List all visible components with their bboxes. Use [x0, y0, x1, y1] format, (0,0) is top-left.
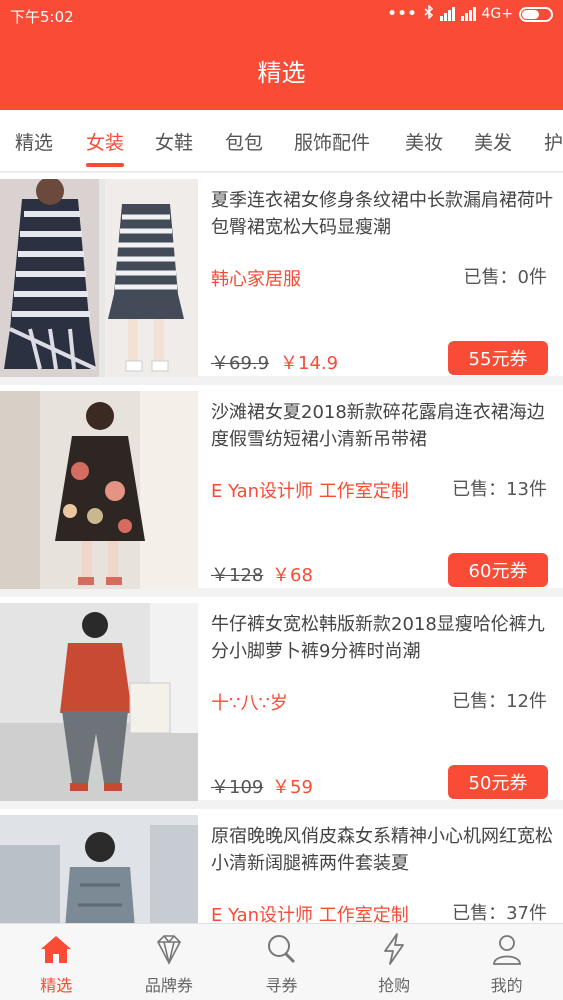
tab-womens-clothing[interactable]: 女装	[86, 128, 125, 167]
cell-signal-icon	[460, 7, 476, 21]
tab-womens-shoes[interactable]: 女鞋	[155, 128, 193, 155]
nav-label: 寻券	[265, 976, 298, 995]
status-bar: 下午5:02 ••• 4G+	[0, 0, 563, 30]
network-type: 4G+	[481, 6, 514, 22]
nav-label: 品牌券	[144, 976, 193, 995]
more-dots-icon: •••	[387, 6, 418, 22]
sold-count: 已售：13件	[452, 479, 547, 500]
wifi-signal-icon	[439, 7, 455, 21]
page-title: 精选	[257, 58, 306, 87]
nav-label: 抢购	[378, 976, 411, 995]
tab-accessories[interactable]: 服饰配件	[294, 128, 370, 155]
sold-count: 已售：37件	[452, 903, 547, 923]
diamond-icon	[156, 935, 181, 965]
coupon-button[interactable]: 50元券	[448, 765, 548, 799]
product-item[interactable]: 牛仔裤女宽松韩版新款2018显瘦哈伦裤九分小脚萝卜裤9分裤时尚潮 十∵八∵岁 已…	[0, 597, 563, 801]
coupon-price: ￥14.9	[280, 353, 339, 374]
nav-label: 我的	[490, 976, 523, 995]
nav-find-coupons[interactable]: 寻券	[225, 924, 338, 1000]
nav-brand-coupons[interactable]: 品牌券	[113, 924, 226, 1000]
sold-count: 已售：0件	[463, 267, 547, 288]
product-image[interactable]	[0, 179, 198, 377]
product-title[interactable]: 原宿晚晚风俏皮森女系精神小心机网红宽松小清新阔腿裤两件套装夏	[211, 823, 556, 877]
product-title[interactable]: 沙滩裙女夏2018新款碎花露肩连衣裙海边度假雪纺短裙小清新吊带裙	[211, 399, 556, 453]
coupon-price: ￥59	[272, 777, 313, 798]
tab-bags[interactable]: 包包	[225, 128, 263, 155]
search-icon	[268, 935, 296, 964]
original-price: ￥109	[211, 777, 264, 798]
product-image[interactable]	[0, 603, 198, 801]
product-item[interactable]: 原宿晚晚风俏皮森女系精神小心机网红宽松小清新阔腿裤两件套装夏 E Yan设计师 …	[0, 809, 563, 923]
tab-makeup[interactable]: 美妆	[405, 128, 443, 155]
nav-flash-sale[interactable]: 抢购	[338, 924, 451, 1000]
shop-name: E Yan设计师 工作室定制	[211, 481, 409, 502]
shop-name: E Yan设计师 工作室定制	[211, 905, 409, 923]
product-title[interactable]: 牛仔裤女宽松韩版新款2018显瘦哈伦裤九分小脚萝卜裤9分裤时尚潮	[211, 611, 556, 665]
user-icon	[492, 935, 521, 965]
bluetooth-icon	[424, 4, 434, 23]
app-header: 精选	[0, 30, 563, 110]
product-image[interactable]	[0, 391, 198, 589]
original-price: ￥69.9	[211, 353, 270, 374]
shop-name: 十∵八∵岁	[211, 693, 288, 714]
tab-hair[interactable]: 美发	[474, 128, 512, 155]
nav-featured[interactable]: 精选	[0, 924, 113, 1000]
coupon-price: ￥68	[272, 565, 313, 586]
product-item[interactable]: 夏季连衣裙女修身条纹裙中长款漏肩裙荷叶包臀裙宽松大码显瘦潮 韩心家居服 已售：0…	[0, 173, 563, 377]
product-item[interactable]: 沙滩裙女夏2018新款碎花露肩连衣裙海边度假雪纺短裙小清新吊带裙 E Yan设计…	[0, 385, 563, 589]
bottom-nav: 精选 品牌券 寻券 抢购 我的	[0, 923, 563, 1000]
product-image[interactable]	[0, 815, 198, 923]
status-time: 下午5:02	[10, 8, 74, 26]
coupon-button[interactable]: 60元券	[448, 553, 548, 587]
product-list: 夏季连衣裙女修身条纹裙中长款漏肩裙荷叶包臀裙宽松大码显瘦潮 韩心家居服 已售：0…	[0, 173, 563, 923]
shop-name: 韩心家居服	[211, 269, 301, 290]
nav-label: 精选	[40, 976, 73, 995]
tab-jingxuan[interactable]: 精选	[15, 128, 53, 155]
lightning-icon	[384, 933, 404, 965]
battery-icon	[519, 6, 553, 22]
category-tabs: 精选 女装 女鞋 包包 服饰配件 美妆 美发 护	[0, 110, 563, 172]
product-title[interactable]: 夏季连衣裙女修身条纹裙中长款漏肩裙荷叶包臀裙宽松大码显瘦潮	[211, 187, 556, 241]
sold-count: 已售：12件	[452, 691, 547, 712]
home-icon	[41, 936, 72, 963]
original-price: ￥128	[211, 565, 264, 586]
coupon-button[interactable]: 55元券	[448, 341, 548, 375]
nav-profile[interactable]: 我的	[450, 924, 563, 1000]
tab-care[interactable]: 护	[544, 128, 563, 155]
